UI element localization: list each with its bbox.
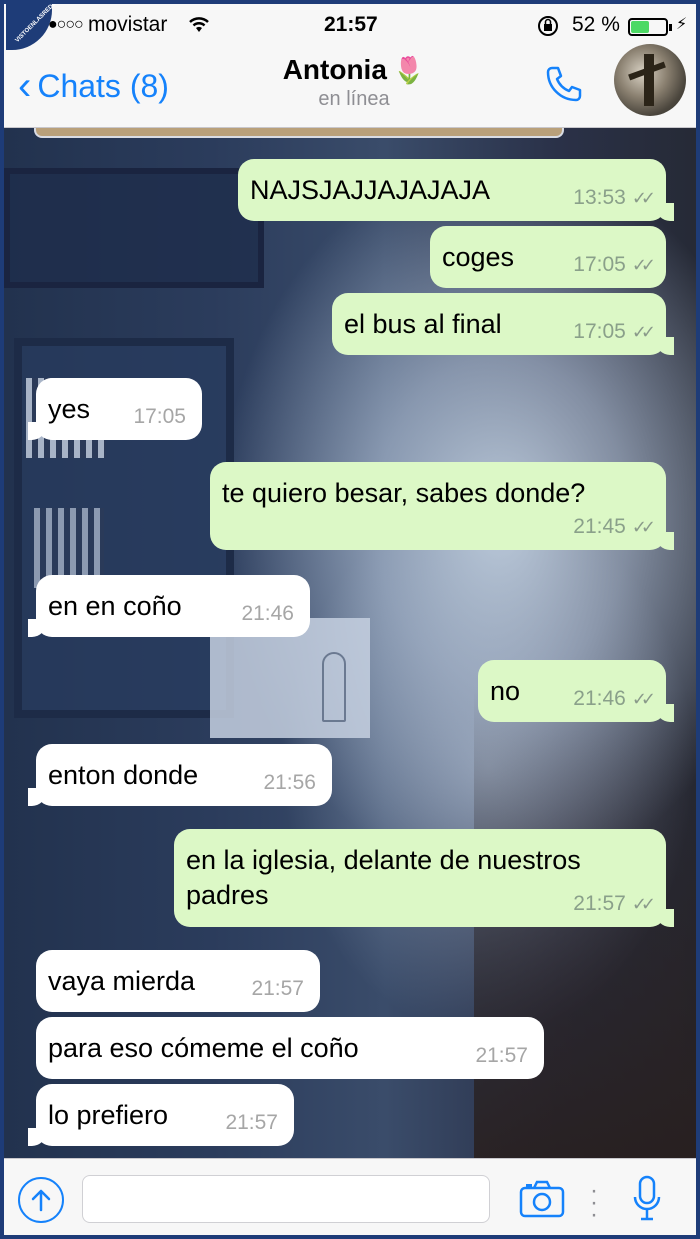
message-bubble-incoming[interactable]: lo prefiero 21:57: [28, 1084, 294, 1146]
message-time: 21:57: [251, 976, 304, 1000]
contact-avatar[interactable]: [614, 44, 686, 116]
contact-info[interactable]: Antonia 🌷 en línea: [224, 54, 484, 111]
message-time: 17:05: [573, 252, 626, 276]
message-time: 21:45: [573, 514, 626, 538]
read-receipt-icon: ✓✓: [631, 516, 656, 537]
message-text: enton donde: [48, 760, 199, 790]
wallpaper-shape: [322, 652, 346, 722]
message-bubble-outgoing[interactable]: te quiero besar, sabes donde? 21:45 ✓✓: [210, 462, 674, 550]
chevron-left-icon: ‹: [18, 64, 32, 108]
message-time: 21:56: [263, 770, 316, 794]
message-meta: 21:46 ✓✓: [573, 685, 656, 712]
battery-percent: 52 %: [572, 13, 620, 36]
contact-name: Antonia: [282, 54, 387, 85]
message-time: 21:57: [475, 1043, 528, 1067]
message-text: vaya mierda: [48, 966, 196, 996]
message-meta: 17:05 ✓✓: [573, 318, 656, 345]
message-text: lo prefiero: [48, 1100, 169, 1130]
message-time: 21:46: [573, 686, 626, 710]
phone-call-icon[interactable]: [542, 62, 586, 106]
message-time: 17:05: [573, 319, 626, 343]
message-time: 17:05: [133, 404, 186, 428]
read-receipt-icon: ✓✓: [631, 254, 656, 275]
presence-status: en línea: [318, 88, 390, 110]
message-time: 21:57: [225, 1110, 278, 1134]
signal-strength-icon: ●○○○: [48, 16, 84, 33]
message-bubble-incoming[interactable]: yes 17:05: [28, 378, 202, 440]
message-bubble-outgoing[interactable]: el bus al final 17:05 ✓✓: [332, 293, 674, 355]
message-composer: · · ·: [4, 1158, 696, 1235]
message-meta: 21:57: [251, 975, 304, 1002]
battery-level-fill: [631, 21, 649, 33]
status-time: 21:57: [324, 13, 378, 36]
message-text: NAJSJAJJAJAJAJA: [250, 175, 491, 205]
message-text: en la iglesia, delante de nuestros padre…: [186, 845, 581, 911]
read-receipt-icon: ✓✓: [631, 688, 656, 709]
carrier-name: movistar: [88, 13, 168, 36]
separator-dots-icon: · · ·: [590, 1177, 598, 1228]
message-meta: 17:05: [133, 403, 186, 430]
message-meta: 21:57 ✓✓: [573, 890, 656, 917]
message-bubble-incoming[interactable]: enton donde 21:56: [28, 744, 332, 806]
wifi-icon: [186, 14, 212, 40]
attach-upload-icon[interactable]: [18, 1177, 64, 1223]
wallpaper-shape: [4, 168, 264, 288]
message-bubble-outgoing[interactable]: en la iglesia, delante de nuestros padre…: [174, 829, 674, 927]
read-receipt-icon: ✓✓: [631, 187, 656, 208]
message-bubble-incoming[interactable]: vaya mierda 21:57: [36, 950, 320, 1012]
message-meta: 21:45 ✓✓: [573, 513, 656, 540]
message-time: 13:53: [573, 185, 626, 209]
screenshot-frame: VISTOENLASREDES ●○○○ movistar 21:57 52 %…: [0, 0, 700, 1239]
message-input[interactable]: [82, 1175, 490, 1223]
message-time: 21:57: [573, 891, 626, 915]
chat-header: ‹ Chats (8) Antonia 🌷 en línea: [4, 44, 696, 128]
message-bubble-incoming[interactable]: para eso cómeme el coño 21:57: [36, 1017, 544, 1079]
message-text: en en coño: [48, 591, 182, 621]
message-text: no: [490, 676, 521, 706]
message-meta: 17:05 ✓✓: [573, 251, 656, 278]
back-to-chats-button[interactable]: ‹ Chats (8): [18, 66, 169, 106]
rotation-lock-icon: [536, 14, 560, 44]
message-meta: 21:57: [225, 1109, 278, 1136]
status-bar: ●○○○ movistar 21:57 52 % ⚡: [4, 4, 696, 48]
message-text: el bus al final: [344, 309, 502, 339]
read-receipt-icon: ✓✓: [631, 893, 656, 914]
battery-icon: [628, 18, 672, 36]
message-time: 21:46: [241, 601, 294, 625]
message-text: yes: [48, 394, 91, 424]
tulip-emoji: 🌷: [392, 55, 426, 85]
message-meta: 21:56: [263, 769, 316, 796]
message-bubble-outgoing[interactable]: no 21:46 ✓✓: [478, 660, 674, 722]
previous-image-edge: [34, 128, 564, 138]
read-receipt-icon: ✓✓: [631, 321, 656, 342]
back-label: Chats (8): [37, 67, 169, 104]
microphone-icon[interactable]: [632, 1175, 662, 1223]
message-bubble-incoming[interactable]: en en coño 21:46: [28, 575, 310, 637]
message-bubble-outgoing[interactable]: coges 17:05 ✓✓: [430, 226, 666, 288]
camera-icon[interactable]: [518, 1179, 566, 1219]
message-meta: 13:53 ✓✓: [573, 184, 656, 211]
message-text: coges: [442, 242, 515, 272]
message-text: para eso cómeme el coño: [48, 1033, 359, 1063]
message-meta: 21:46: [241, 600, 294, 627]
charging-bolt-icon: ⚡: [676, 16, 688, 33]
message-text: te quiero besar, sabes donde?: [222, 478, 586, 508]
avatar-tree-shape: [644, 54, 654, 106]
message-meta: 21:57: [475, 1042, 528, 1069]
message-bubble-outgoing[interactable]: NAJSJAJJAJAJAJA 13:53 ✓✓: [238, 159, 674, 221]
